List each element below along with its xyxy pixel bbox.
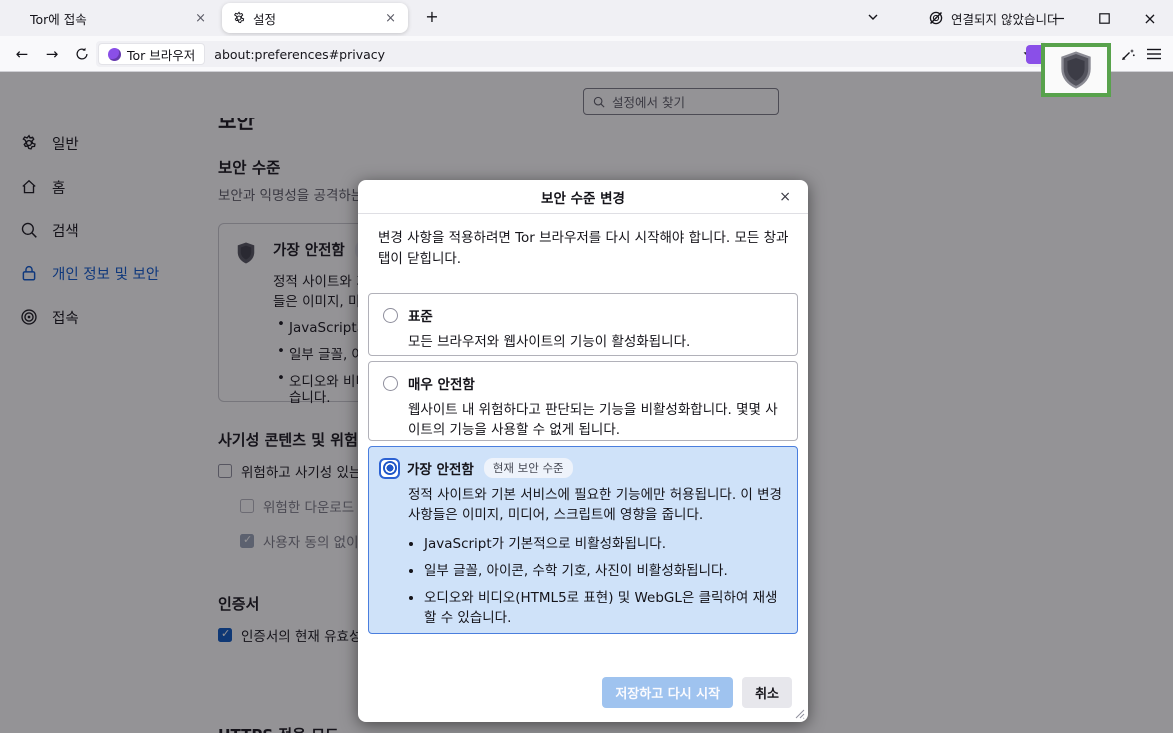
tab-list-chevron-icon[interactable] — [866, 10, 880, 24]
url-bar[interactable]: Tor 브라우저 about:preferences#privacy — [96, 41, 1046, 67]
forward-button[interactable]: → — [38, 40, 66, 68]
page-content: 설정에서 찾기 일반 홈 검색 개인 정보 및 보안 접속 — [0, 72, 1173, 733]
window-controls: × — [1035, 0, 1173, 36]
option-standard[interactable]: 표준 모든 브라우저와 웹사이트의 기능이 활성화됩니다. — [368, 293, 798, 356]
security-level-button-fragment[interactable] — [1026, 45, 1042, 64]
tab-close-icon[interactable]: × — [381, 11, 400, 26]
save-restart-button[interactable]: 저장하고 다시 시작 — [602, 677, 733, 708]
option-safest-selected[interactable]: 가장 안전함 현재 보안 수준 정적 사이트와 기본 서비스에 필요한 기능에만… — [368, 446, 798, 634]
option-desc: 모든 브라우저와 웹사이트의 기능이 활성화됩니다. — [408, 332, 783, 352]
option-bullet: JavaScript가 기본적으로 비활성화됩니다. — [424, 534, 783, 554]
tab-close-icon[interactable]: × — [191, 11, 210, 26]
tab-tor-connect[interactable]: Tor에 접속 × — [0, 0, 220, 36]
broom-icon — [1120, 46, 1136, 62]
reload-button[interactable] — [68, 40, 96, 68]
option-label: 표준 — [408, 305, 433, 325]
maximize-button[interactable] — [1081, 0, 1127, 36]
option-desc: 웹사이트 내 위험하다고 판단되는 기능을 비활성화합니다. 몇몇 사이트의 기… — [408, 400, 783, 441]
option-desc: 정적 사이트와 기본 서비스에 필요한 기능에만 허용됩니다. 이 변경 사항들… — [408, 485, 783, 526]
dialog-title: 보안 수준 변경 — [541, 187, 625, 207]
new-tab-button[interactable]: + — [420, 8, 444, 28]
tab-settings[interactable]: 설정 × — [222, 3, 408, 33]
gear-icon — [232, 11, 246, 25]
security-shield-highlight[interactable] — [1041, 43, 1111, 97]
current-level-badge: 현재 보안 수준 — [484, 458, 573, 478]
dialog-intro-text: 변경 사항을 적용하려면 Tor 브라우저를 다시 시작해야 합니다. 모든 창… — [378, 228, 790, 270]
identity-label: Tor 브라우저 — [127, 45, 195, 64]
back-button[interactable]: ← — [8, 40, 36, 68]
option-label: 가장 안전함 — [407, 458, 474, 478]
radio-selected[interactable] — [379, 458, 400, 479]
tab-title: Tor에 접속 — [30, 9, 191, 28]
dialog-footer: 저장하고 다시 시작 취소 — [602, 677, 792, 708]
minimize-button[interactable] — [1035, 0, 1081, 36]
security-level-dialog: 보안 수준 변경 × 변경 사항을 적용하려면 Tor 브라우저를 다시 시작해… — [358, 180, 808, 722]
site-identity-chip[interactable]: Tor 브라우저 — [98, 43, 205, 65]
not-connected-icon — [928, 10, 944, 26]
dialog-header: 보안 수준 변경 × — [358, 180, 808, 214]
radio-unselected[interactable] — [383, 308, 398, 323]
onion-icon — [108, 48, 121, 61]
cancel-button[interactable]: 취소 — [742, 677, 792, 708]
menu-button[interactable] — [1140, 40, 1168, 68]
dialog-close-icon[interactable]: × — [775, 187, 795, 207]
option-bullet: 일부 글꼴, 아이콘, 수학 기호, 사진이 비활성화됩니다. — [424, 561, 783, 581]
close-window-button[interactable]: × — [1127, 0, 1173, 36]
option-safer[interactable]: 매우 안전함 웹사이트 내 위험하다고 판단되는 기능을 비활성화합니다. 몇몇… — [368, 361, 798, 441]
new-identity-button[interactable] — [1114, 40, 1142, 68]
navigation-toolbar: ← → Tor 브라우저 about:preferences#privacy — [0, 36, 1173, 72]
radio-unselected[interactable] — [383, 376, 398, 391]
reload-icon — [75, 47, 89, 61]
option-bullet: 오디오와 비디오(HTML5로 표현) 및 WebGL은 클릭하여 재생할 수 … — [424, 588, 783, 629]
option-bullets: JavaScript가 기본적으로 비활성화됩니다. 일부 글꼴, 아이콘, 수… — [424, 534, 783, 629]
shield-icon — [1058, 50, 1094, 90]
resize-grip[interactable] — [794, 708, 805, 719]
url-text[interactable]: about:preferences#privacy — [214, 47, 1023, 62]
hamburger-icon — [1147, 48, 1161, 60]
option-label: 매우 안전함 — [408, 373, 475, 393]
tab-title: 설정 — [253, 9, 381, 28]
tab-bar: Tor에 접속 × 설정 × + 연결되지 않았습니다 × — [0, 0, 1173, 36]
